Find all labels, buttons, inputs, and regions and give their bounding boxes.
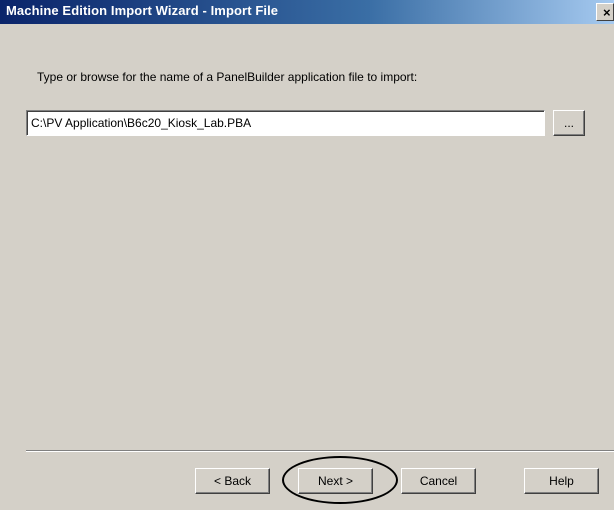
file-path-input[interactable] (26, 110, 545, 136)
title-bar[interactable]: Machine Edition Import Wizard - Import F… (0, 0, 614, 24)
back-button[interactable]: < Back (195, 468, 270, 494)
browse-button[interactable]: ... (553, 110, 585, 136)
help-button[interactable]: Help (524, 468, 599, 494)
window-title: Machine Edition Import Wizard - Import F… (6, 3, 279, 18)
cancel-button[interactable]: Cancel (401, 468, 476, 494)
import-wizard-dialog: Machine Edition Import Wizard - Import F… (0, 0, 614, 510)
next-button[interactable]: Next > (298, 468, 373, 494)
instruction-label: Type or browse for the name of a PanelBu… (37, 70, 418, 84)
close-icon: × (603, 5, 611, 20)
separator-line (26, 450, 614, 452)
close-button[interactable]: × (596, 3, 614, 21)
